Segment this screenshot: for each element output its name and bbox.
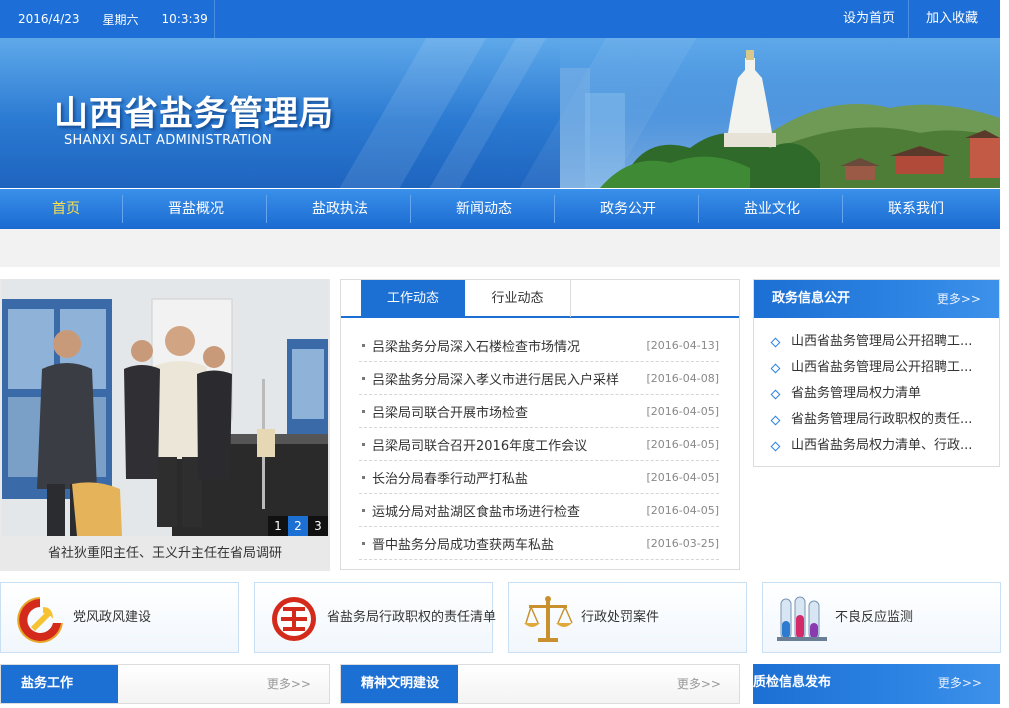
salt-work-panel-header: 盐务工作 更多>> [0,664,330,704]
slideshow-photo[interactable] [2,279,328,536]
set-homepage-link[interactable]: 设为首页 [843,0,895,38]
quick-link-party-conduct[interactable]: 党风政风建设 [0,582,239,653]
nav-item-overview[interactable]: 晋盐概况 [124,189,268,229]
list-item[interactable]: 省盐务管理局行政职权的责任... [770,407,972,433]
photo-slideshow[interactable]: 1 2 3 省社狄重阳主任、王义升主任在省局调研 [0,279,330,571]
gov-info-list: 山西省盐务管理局公开招聘工... 山西省盐务管理局公开招聘工... 省盐务管理局… [770,329,972,459]
scales-icon [524,596,573,642]
news-panel: 工作动态 行业动态 吕梁盐务分局深入石楼检查市场情况 [2016-04-13] 吕… [340,279,740,570]
top-bar: 2016/4/23 星期六 10:3:39 设为首页 加入收藏 [0,0,1000,38]
diamond-icon [770,337,781,347]
nav-item-gov-affairs[interactable]: 政务公开 [556,189,700,229]
party-emblem-icon [17,597,63,643]
info-item-title[interactable]: 山西省盐务管理局公开招聘工... [791,329,972,355]
more-link[interactable]: 更多>> [677,665,721,703]
panel-title: 质检信息发布 [753,675,832,690]
test-tubes-icon [777,596,827,641]
list-item[interactable]: 吕梁盐务分局深入石楼检查市场情况 [2016-04-13] [359,329,719,362]
list-item[interactable]: 吕梁盐务分局深入孝义市进行居民入户采样 [2016-04-08] [359,362,719,395]
news-date: [2016-04-05] [646,503,719,517]
news-title[interactable]: 吕梁盐务分局深入孝义市进行居民入户采样 [372,369,619,388]
quick-link-label[interactable]: 省盐务局行政职权的责任清单 [327,583,496,652]
slide-page-2[interactable]: 2 [288,516,308,536]
panel-title: 盐务工作 [1,665,118,703]
news-title[interactable]: 晋中盐务分局成功查获两车私盐 [372,534,554,553]
news-date: [2016-03-25] [646,536,719,550]
current-time: 10:3:39 [161,12,208,26]
current-date: 2016/4/23 [18,12,80,26]
news-title[interactable]: 运城分局对盐湖区食盐市场进行检查 [372,501,580,520]
panel-title: 政务信息公开 [772,291,851,306]
list-item[interactable]: 山西省盐务局权力清单、行政... [770,433,972,459]
gov-info-header: 政务信息公开 更多>> [754,280,999,318]
divider [214,0,215,38]
list-item[interactable]: 山西省盐务管理局公开招聘工... [770,355,972,381]
more-link[interactable]: 更多>> [267,665,311,703]
salt-seal-icon [272,597,316,641]
list-item[interactable]: 晋中盐务分局成功查获两车私盐 [2016-03-25] [359,527,719,560]
info-item-title[interactable]: 省盐务管理局权力清单 [791,381,921,407]
quick-link-label[interactable]: 党风政风建设 [73,583,151,652]
info-item-title[interactable]: 省盐务管理局行政职权的责任... [791,407,972,433]
diamond-icon [770,441,781,451]
tab-industry-news[interactable]: 行业动态 [465,280,571,317]
quick-link-duty-list[interactable]: 省盐务局行政职权的责任清单 [254,582,496,653]
slide-page-1[interactable]: 1 [268,516,288,536]
news-date: [2016-04-08] [646,371,719,385]
datetime-display: 2016/4/23 星期六 10:3:39 [0,0,214,38]
quick-link-penalty-cases[interactable]: 行政处罚案件 [508,582,747,653]
current-weekday: 星期六 [102,12,139,27]
news-date: [2016-04-05] [646,404,719,418]
site-banner: 山西省盐务管理局 SHANXI SALT ADMINISTRATION [0,38,1000,188]
news-title[interactable]: 吕梁局司联合开展市场检查 [372,402,528,421]
list-item[interactable]: 长治分局春季行动严打私盐 [2016-04-05] [359,461,719,494]
news-title[interactable]: 长治分局春季行动严打私盐 [372,468,528,487]
divider [908,0,909,38]
more-link[interactable]: 更多>> [938,664,982,702]
quick-link-label[interactable]: 不良反应监测 [835,583,913,652]
info-item-title[interactable]: 山西省盐务局权力清单、行政... [791,433,972,459]
list-item[interactable]: 吕梁局司联合召开2016年度工作会议 [2016-04-05] [359,428,719,461]
news-list: 吕梁盐务分局深入石楼检查市场情况 [2016-04-13] 吕梁盐务分局深入孝义市… [359,329,719,560]
quick-link-label[interactable]: 行政处罚案件 [581,583,659,652]
diamond-icon [770,415,781,425]
diamond-icon [770,363,781,373]
quick-link-adverse-monitoring[interactable]: 不良反应监测 [762,582,1001,653]
site-subtitle: SHANXI SALT ADMINISTRATION [64,133,273,148]
site-title: 山西省盐务管理局 [54,94,334,134]
nav-item-contact[interactable]: 联系我们 [844,189,988,229]
notice-bar [0,229,1000,267]
quality-panel-header: 质检信息发布 更多>> [753,664,1000,704]
news-title[interactable]: 吕梁局司联合召开2016年度工作会议 [372,435,587,454]
slideshow-pager: 1 2 3 [268,516,328,536]
gov-info-panel: 政务信息公开 更多>> 山西省盐务管理局公开招聘工... 山西省盐务管理局公开招… [753,279,1000,467]
news-date: [2016-04-05] [646,437,719,451]
news-date: [2016-04-05] [646,470,719,484]
list-item[interactable]: 吕梁局司联合开展市场检查 [2016-04-05] [359,395,719,428]
slideshow-caption[interactable]: 省社狄重阳主任、王义升主任在省局调研 [0,536,330,571]
add-favorite-link[interactable]: 加入收藏 [926,0,978,38]
nav-item-culture[interactable]: 盐业文化 [700,189,844,229]
panel-title: 精神文明建设 [341,665,458,703]
tab-work-news[interactable]: 工作动态 [361,280,465,317]
news-tabs: 工作动态 行业动态 [341,280,739,318]
list-item[interactable]: 山西省盐务管理局公开招聘工... [770,329,972,355]
list-item[interactable]: 运城分局对盐湖区食盐市场进行检查 [2016-04-05] [359,494,719,527]
news-date: [2016-04-13] [646,338,719,352]
civilization-panel-header: 精神文明建设 更多>> [340,664,740,704]
news-title[interactable]: 吕梁盐务分局深入石楼检查市场情况 [372,336,580,355]
slide-page-3[interactable]: 3 [308,516,328,536]
nav-item-home[interactable]: 首页 [0,189,132,229]
nav-item-news[interactable]: 新闻动态 [412,189,556,229]
info-item-title[interactable]: 山西省盐务管理局公开招聘工... [791,355,972,381]
landscape-illustration [560,38,1000,188]
more-link[interactable]: 更多>> [937,280,981,318]
main-nav: 首页 晋盐概况 盐政执法 新闻动态 政务公开 盐业文化 联系我们 [0,189,1000,229]
nav-item-enforcement[interactable]: 盐政执法 [268,189,412,229]
list-item[interactable]: 省盐务管理局权力清单 [770,381,972,407]
diamond-icon [770,389,781,399]
